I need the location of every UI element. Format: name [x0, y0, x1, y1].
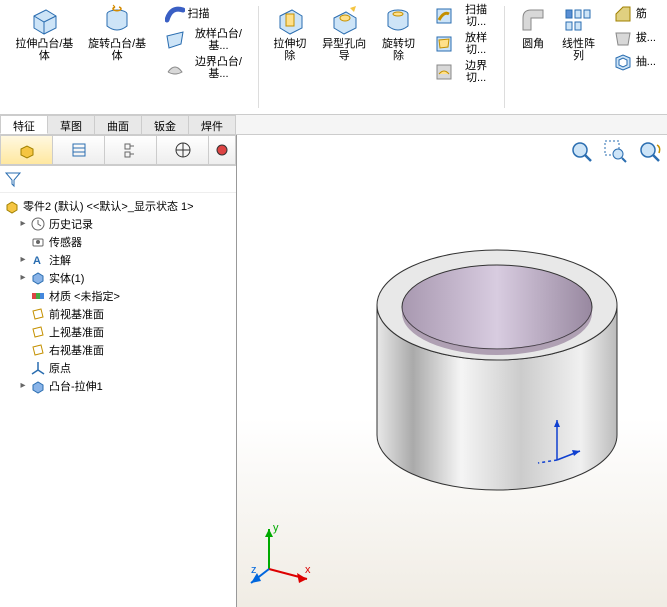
tree-material[interactable]: 材质 <未指定> [2, 287, 234, 305]
view-tools [569, 139, 663, 165]
tab-surface[interactable]: 曲面 [94, 115, 142, 134]
revolve-icon [101, 4, 133, 36]
sweep-cut-icon [434, 6, 454, 26]
previous-view-icon[interactable] [637, 139, 663, 165]
svg-text:x: x [305, 564, 311, 576]
sweep-cut-button[interactable]: 扫描切... [431, 2, 498, 30]
tree-annotations[interactable]: ▸A注解 [2, 251, 234, 269]
zoom-area-icon[interactable] [603, 139, 629, 165]
rib-icon [613, 4, 633, 24]
part-icon [4, 198, 20, 214]
feature-tree-tab[interactable] [0, 135, 53, 165]
feature-tree: 零件2 (默认) <<默认>_显示状态 1> ▸历史记录 传感器 ▸A注解 ▸实… [0, 193, 236, 607]
shell-button[interactable]: 抽... [610, 50, 659, 74]
panel-more-tab[interactable] [209, 135, 236, 165]
shell-icon [613, 52, 633, 72]
tab-features[interactable]: 特征 [0, 115, 48, 134]
svg-text:z: z [251, 564, 257, 576]
boundary-cut-icon [434, 62, 454, 82]
loft-cut-icon [434, 34, 454, 54]
boundary-boss-button[interactable]: 边界凸台/基... [162, 54, 253, 82]
rib-button[interactable]: 筋 [610, 2, 659, 26]
sweep-icon [165, 4, 185, 24]
revolve-cut-icon [382, 4, 414, 36]
extrude-cut-icon [274, 4, 306, 36]
sweep-button[interactable]: 扫描 [162, 2, 253, 26]
tab-sketch[interactable]: 草图 [47, 115, 95, 134]
plane-icon [30, 342, 46, 358]
fillet-button[interactable]: 圆角 [511, 2, 555, 64]
hole-icon [328, 4, 360, 36]
loft-icon [165, 30, 185, 50]
svg-text:A: A [33, 255, 41, 267]
property-manager-tab[interactable] [53, 135, 105, 165]
panel-toolbar [0, 135, 236, 166]
annotation-icon: A [30, 252, 46, 268]
pattern-icon [562, 4, 594, 36]
tree-sensors[interactable]: 传感器 [2, 233, 234, 251]
config-manager-tab[interactable] [105, 135, 157, 165]
tree-history[interactable]: ▸历史记录 [2, 215, 234, 233]
extrude-cut-button[interactable]: 拉伸切除 [265, 2, 314, 64]
loft-boss-button[interactable]: 放样凸台/基... [162, 26, 253, 54]
ribbon-tabs: 特征 草图 曲面 钣金 焊件 [0, 115, 667, 135]
svg-text:y: y [273, 522, 279, 534]
extrude-boss-button[interactable]: 拉伸凸台/基体 [8, 2, 81, 64]
tree-root[interactable]: 零件2 (默认) <<默认>_显示状态 1> [2, 197, 234, 215]
view-triad[interactable]: y x z [249, 519, 319, 589]
tree-top-plane[interactable]: 上视基准面 [2, 323, 234, 341]
tree-right-plane[interactable]: 右视基准面 [2, 341, 234, 359]
tree-boss-extrude1[interactable]: ▸凸台-拉伸1 [2, 377, 234, 395]
tree-origin[interactable]: 原点 [2, 359, 234, 377]
solid-icon [30, 270, 46, 286]
loft-cut-button[interactable]: 放样切... [431, 30, 498, 58]
boundary-icon [165, 58, 185, 78]
origin-icon [30, 360, 46, 376]
draft-icon [613, 28, 633, 48]
fillet-icon [517, 4, 549, 36]
extrude-icon [28, 4, 60, 36]
ribbon: 拉伸凸台/基体 旋转凸台/基体 扫描 放样凸台/基... 边界凸台/基... 拉… [0, 0, 667, 115]
tree-filter[interactable] [0, 166, 236, 193]
revolve-boss-button[interactable]: 旋转凸台/基体 [81, 2, 154, 64]
tree-front-plane[interactable]: 前视基准面 [2, 305, 234, 323]
filter-icon [4, 170, 22, 188]
tree-solid-bodies[interactable]: ▸实体(1) [2, 269, 234, 287]
material-icon [30, 288, 46, 304]
extrude-feature-icon [30, 378, 46, 394]
3d-viewport[interactable]: y x z [237, 135, 667, 607]
revolve-cut-button[interactable]: 旋转切除 [374, 2, 423, 64]
history-icon [30, 216, 46, 232]
linear-pattern-button[interactable]: 线性阵列 [555, 2, 602, 64]
origin-triad [532, 415, 582, 465]
sensor-icon [30, 234, 46, 250]
plane-icon [30, 324, 46, 340]
hole-wizard-button[interactable]: 异型孔向导 [314, 2, 373, 64]
zoom-fit-icon[interactable] [569, 139, 595, 165]
tab-sheetmetal[interactable]: 钣金 [141, 115, 189, 134]
boundary-cut-button[interactable]: 边界切... [431, 58, 498, 86]
plane-icon [30, 306, 46, 322]
draft-button[interactable]: 拔... [610, 26, 659, 50]
3d-model-ring [347, 215, 647, 515]
dimxpert-tab[interactable] [157, 135, 209, 165]
feature-manager-panel: 零件2 (默认) <<默认>_显示状态 1> ▸历史记录 传感器 ▸A注解 ▸实… [0, 135, 237, 607]
tab-weldment[interactable]: 焊件 [188, 115, 236, 134]
